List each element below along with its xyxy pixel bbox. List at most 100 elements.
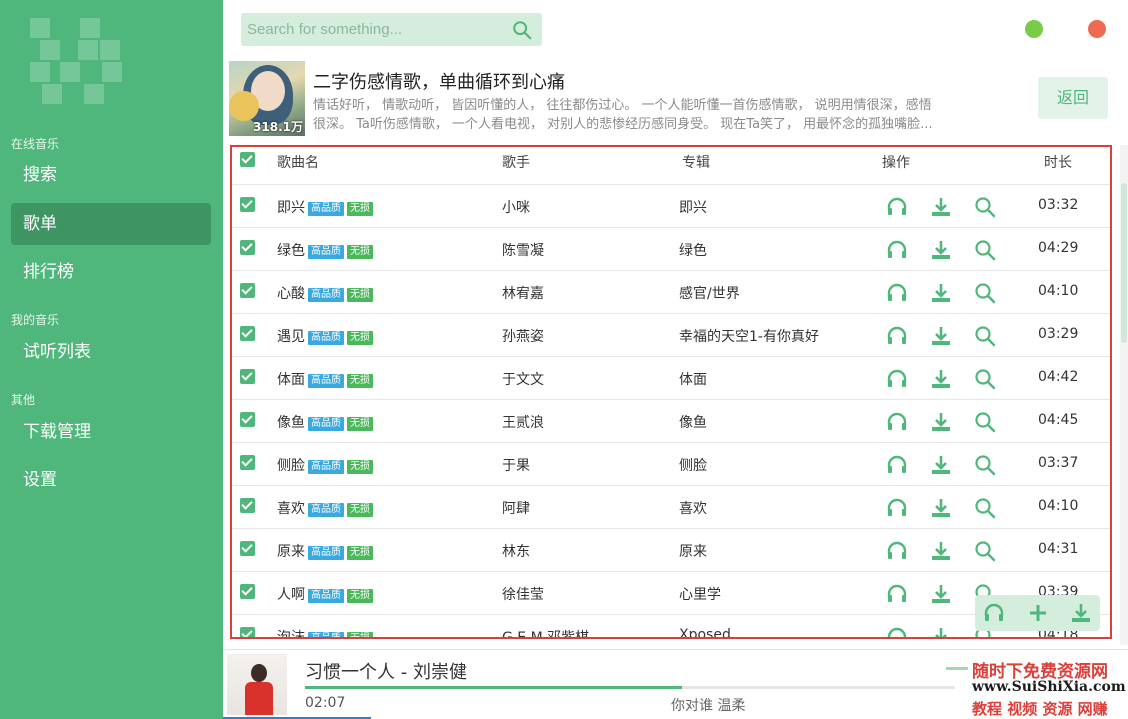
album-cell[interactable]: 原来 (679, 541, 707, 561)
album-cell[interactable]: Xposed (679, 627, 731, 637)
search-song-icon[interactable] (973, 496, 997, 520)
artist-cell[interactable]: 林东 (502, 541, 530, 561)
song-name-cell[interactable]: 体面 高品质 无损 (277, 369, 373, 389)
sidebar-item-playlist[interactable]: 歌单 (11, 203, 211, 245)
album-cell[interactable]: 侧脸 (679, 455, 707, 475)
listen-icon[interactable] (885, 410, 909, 434)
listen-icon[interactable] (885, 582, 909, 606)
search-input[interactable] (247, 17, 505, 42)
bulk-listen-icon[interactable] (982, 601, 1006, 625)
sidebar-item-downloads[interactable]: 下载管理 (11, 411, 211, 453)
artist-cell[interactable]: G.E.M.邓紫棋 (502, 627, 589, 637)
search-song-icon[interactable] (973, 281, 997, 305)
row-checkbox[interactable] (240, 283, 255, 298)
row-checkbox[interactable] (240, 197, 255, 212)
download-icon[interactable] (929, 367, 953, 391)
listen-icon[interactable] (885, 195, 909, 219)
now-playing-cover[interactable] (227, 654, 287, 715)
artist-cell[interactable]: 于果 (502, 455, 530, 475)
sidebar-item-charts[interactable]: 排行榜 (11, 251, 211, 293)
search-song-icon[interactable] (973, 367, 997, 391)
table-row[interactable]: 心酸 高品质 无损 林宥嘉 感官/世界 04:10 (232, 271, 1110, 314)
download-icon[interactable] (929, 539, 953, 563)
listen-icon[interactable] (885, 625, 909, 639)
song-name[interactable]: 心酸 (277, 286, 305, 302)
select-all-checkbox[interactable] (240, 152, 255, 167)
artist-cell[interactable]: 于文文 (502, 369, 544, 389)
download-icon[interactable] (929, 410, 953, 434)
row-checkbox[interactable] (240, 627, 255, 637)
download-icon[interactable] (929, 582, 953, 606)
listen-icon[interactable] (885, 539, 909, 563)
bulk-add-icon[interactable] (1026, 601, 1050, 625)
bulk-download-icon[interactable] (1069, 601, 1093, 625)
listen-icon[interactable] (885, 324, 909, 348)
minimize-button[interactable] (1025, 20, 1043, 38)
row-checkbox[interactable] (240, 240, 255, 255)
progress-bar[interactable] (305, 686, 955, 689)
table-row[interactable]: 喜欢 高品质 无损 阿肆 喜欢 04:10 (232, 486, 1110, 529)
download-icon[interactable] (929, 453, 953, 477)
artist-cell[interactable]: 阿肆 (502, 498, 530, 518)
listen-icon[interactable] (885, 453, 909, 477)
song-name-cell[interactable]: 原来 高品质 无损 (277, 541, 373, 561)
back-button[interactable]: 返回 (1038, 77, 1108, 119)
row-checkbox[interactable] (240, 584, 255, 599)
row-checkbox[interactable] (240, 412, 255, 427)
scrollbar-thumb[interactable] (1121, 183, 1127, 343)
table-row[interactable]: 像鱼 高品质 无损 王贰浪 像鱼 04:45 (232, 400, 1110, 443)
song-name[interactable]: 即兴 (277, 200, 305, 216)
song-name-cell[interactable]: 泡沫 高品质 无损 (277, 627, 373, 637)
search-icon[interactable] (511, 19, 533, 41)
search-song-icon[interactable] (973, 195, 997, 219)
song-name[interactable]: 绿色 (277, 243, 305, 259)
song-name-cell[interactable]: 像鱼 高品质 无损 (277, 412, 373, 432)
table-row[interactable]: 侧脸 高品质 无损 于果 侧脸 03:37 (232, 443, 1110, 486)
album-cell[interactable]: 即兴 (679, 197, 707, 217)
song-name-cell[interactable]: 心酸 高品质 无损 (277, 283, 373, 303)
song-name[interactable]: 侧脸 (277, 458, 305, 474)
listen-icon[interactable] (885, 496, 909, 520)
download-icon[interactable] (929, 324, 953, 348)
listen-icon[interactable] (885, 238, 909, 262)
download-icon[interactable] (929, 195, 953, 219)
song-name-cell[interactable]: 侧脸 高品质 无损 (277, 455, 373, 475)
download-icon[interactable] (929, 496, 953, 520)
table-row[interactable]: 即兴 高品质 无损 小咪 即兴 03:32 (232, 185, 1110, 228)
artist-cell[interactable]: 林宥嘉 (502, 283, 544, 303)
download-icon[interactable] (929, 281, 953, 305)
song-name[interactable]: 像鱼 (277, 415, 305, 431)
song-name-cell[interactable]: 遇见 高品质 无损 (277, 326, 373, 346)
song-name[interactable]: 喜欢 (277, 501, 305, 517)
search-song-icon[interactable] (973, 410, 997, 434)
table-row[interactable]: 绿色 高品质 无损 陈雪凝 绿色 04:29 (232, 228, 1110, 271)
song-name-cell[interactable]: 人啊 高品质 无损 (277, 584, 373, 604)
sidebar-item-search[interactable]: 搜索 (11, 154, 211, 196)
artist-cell[interactable]: 小咪 (502, 197, 530, 217)
sidebar-item-listen-list[interactable]: 试听列表 (11, 331, 211, 373)
album-cell[interactable]: 体面 (679, 369, 707, 389)
song-name-cell[interactable]: 喜欢 高品质 无损 (277, 498, 373, 518)
table-row[interactable]: 原来 高品质 无损 林东 原来 04:31 (232, 529, 1110, 572)
song-name[interactable]: 原来 (277, 544, 305, 560)
album-cell[interactable]: 喜欢 (679, 498, 707, 518)
album-cell[interactable]: 感官/世界 (679, 283, 740, 303)
search-song-icon[interactable] (973, 453, 997, 477)
search-song-icon[interactable] (973, 238, 997, 262)
search-song-icon[interactable] (973, 539, 997, 563)
row-checkbox[interactable] (240, 326, 255, 341)
table-row[interactable]: 体面 高品质 无损 于文文 体面 04:42 (232, 357, 1110, 400)
song-name[interactable]: 人啊 (277, 587, 305, 603)
table-row[interactable]: 遇见 高品质 无损 孙燕姿 幸福的天空1-有你真好 03:29 (232, 314, 1110, 357)
listen-icon[interactable] (885, 367, 909, 391)
row-checkbox[interactable] (240, 541, 255, 556)
album-cell[interactable]: 像鱼 (679, 412, 707, 432)
artist-cell[interactable]: 王贰浪 (502, 412, 544, 432)
sidebar-item-settings[interactable]: 设置 (11, 459, 211, 501)
album-cell[interactable]: 心里学 (679, 584, 721, 604)
song-name[interactable]: 体面 (277, 372, 305, 388)
album-cell[interactable]: 幸福的天空1-有你真好 (679, 326, 819, 346)
artist-cell[interactable]: 孙燕姿 (502, 326, 544, 346)
download-icon[interactable] (929, 625, 953, 639)
row-checkbox[interactable] (240, 369, 255, 384)
